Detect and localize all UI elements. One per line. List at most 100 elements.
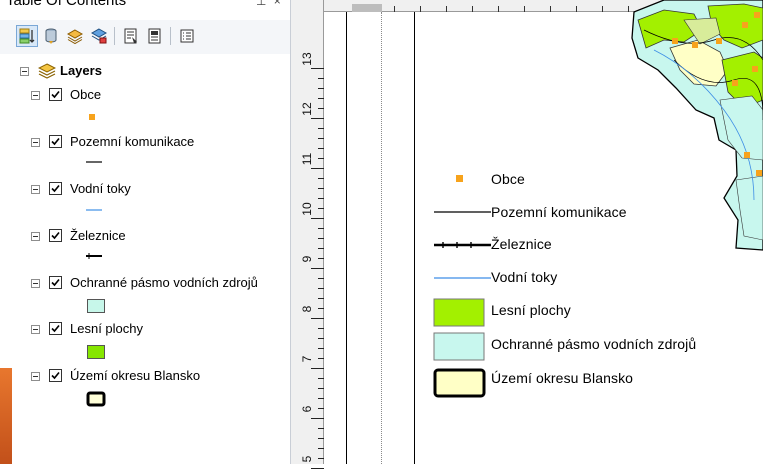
polygon-symbol-icon	[87, 299, 105, 313]
collapse-icon[interactable]	[31, 138, 40, 147]
ruler-margin-marker	[352, 4, 382, 12]
checkmark-icon	[51, 137, 60, 146]
legend-protection-symbol	[433, 332, 485, 361]
town-point	[716, 38, 722, 44]
ruler-number: 12	[300, 102, 314, 116]
layers-folder-icon	[38, 63, 56, 79]
layer-visibility-checkbox[interactable]	[49, 229, 62, 242]
ruler-number: 9	[300, 255, 314, 263]
map-frame[interactable]	[624, 0, 763, 280]
ruler-number: 7	[300, 355, 314, 363]
list-by-visibility-button[interactable]	[64, 25, 86, 47]
point-symbol-icon	[89, 114, 95, 120]
ruler-number: 6	[300, 405, 314, 413]
legend-point-symbol	[456, 175, 463, 182]
legend-label-vodni-toky: Vodní toky	[491, 269, 558, 285]
layer-visibility-checkbox[interactable]	[49, 276, 62, 289]
collapse-icon[interactable]	[31, 185, 40, 194]
protection-patch	[719, 95, 763, 161]
town-point	[754, 12, 760, 18]
ruler-number: 11	[300, 152, 314, 166]
checkmark-icon	[51, 278, 60, 287]
collapse-icon[interactable]	[31, 325, 40, 334]
ruler-tick	[311, 418, 324, 419]
list-by-source-button[interactable]	[40, 25, 62, 47]
layout-page[interactable]: Obce Pozemní komunikace Železnice Vodní …	[324, 0, 763, 464]
layer-visibility-checkbox[interactable]	[49, 88, 62, 101]
water-line-symbol-icon	[86, 209, 102, 211]
ruler-tick	[311, 268, 324, 269]
layer-visibility-checkbox[interactable]	[49, 135, 62, 148]
legend-label-zeleznice: Železnice	[491, 236, 552, 252]
document-options-icon	[148, 28, 161, 44]
list-by-drawing-order-button[interactable]	[16, 25, 38, 47]
legend-district-symbol	[433, 368, 486, 398]
background-window-edge	[0, 368, 12, 464]
list-by-drawing-order-icon	[19, 28, 35, 44]
collapse-icon[interactable]	[31, 232, 40, 241]
layer-uzemi-okresu-blansko[interactable]: Území okresu Blansko	[0, 367, 291, 385]
list-by-selection-button[interactable]	[88, 25, 110, 47]
collapse-icon[interactable]	[20, 67, 29, 76]
toc-toolbar	[0, 20, 291, 54]
options-button[interactable]	[144, 25, 166, 47]
layer-label: Pozemní komunikace	[70, 134, 195, 149]
layer-label: Lesní plochy	[70, 321, 143, 336]
layer-label: Železnice	[70, 228, 126, 243]
ruler-number: 5	[300, 455, 314, 463]
checkmark-icon	[51, 324, 60, 333]
collapse-icon[interactable]	[31, 372, 40, 381]
layers-visibility-icon	[66, 29, 84, 45]
checkmark-icon	[51, 184, 60, 193]
legend-symbols	[433, 175, 491, 398]
town-point	[742, 22, 748, 28]
layer-label: Ochranné pásmo vodních zdrojů	[70, 275, 258, 290]
ruler-tick	[311, 118, 324, 119]
layer-vodni-toky[interactable]: Vodní toky	[0, 180, 291, 198]
page-margin-line	[346, 12, 347, 464]
legend-label-obce: Obce	[491, 171, 525, 187]
layer-visibility-checkbox[interactable]	[49, 322, 62, 335]
legend-railway-symbol	[434, 242, 491, 248]
layer-label: Obce	[70, 87, 102, 102]
town-point	[752, 66, 758, 72]
checkmark-icon	[51, 90, 60, 99]
layer-visibility-checkbox[interactable]	[49, 369, 62, 382]
toolbar-separator	[170, 27, 171, 45]
ruler-number: 10	[300, 202, 314, 216]
layer-label: Území okresu Blansko	[70, 368, 201, 383]
ruler-tick	[311, 318, 324, 319]
ruler-tick	[311, 368, 324, 369]
layer-lesni-plochy[interactable]: Lesní plochy	[0, 320, 291, 338]
snap-guide	[381, 12, 383, 464]
layer-zeleznice[interactable]: Železnice	[0, 227, 291, 245]
ruler-tick	[311, 68, 324, 69]
collapse-icon[interactable]	[31, 91, 40, 100]
add-data-button[interactable]	[120, 25, 142, 47]
legend-label-ochranne-pasmo: Ochranné pásmo vodních zdrojů	[491, 336, 697, 352]
layer-pozemni-komunikace[interactable]: Pozemní komunikace	[0, 133, 291, 151]
toolbar-separator	[114, 27, 115, 45]
legend-label-pozemni-komunikace: Pozemní komunikace	[491, 204, 627, 220]
layer-obce[interactable]: Obce	[0, 86, 291, 104]
table-of-contents-panel: Table Of Contents ⊥ × Layers Obce Pozemn…	[0, 0, 291, 464]
ruler-tick	[311, 168, 324, 169]
legend-label-lesni-plochy: Lesní plochy	[491, 302, 571, 318]
line-symbol-icon	[86, 161, 102, 163]
panel-pin-close-controls[interactable]: ⊥ ×	[256, 0, 283, 8]
legend-forest-symbol	[433, 298, 485, 327]
layer-visibility-checkbox[interactable]	[49, 182, 62, 195]
map-document-icon	[124, 28, 137, 44]
vertical-ruler[interactable]: 13 12 11 10 9 8 7 6 5	[291, 0, 324, 469]
options-list-button[interactable]	[176, 25, 198, 47]
ruler-number: 8	[300, 305, 314, 313]
layer-ochranne-pasmo[interactable]: Ochranné pásmo vodních zdrojů	[0, 274, 291, 292]
checkmark-icon	[51, 231, 60, 240]
collapse-icon[interactable]	[31, 279, 40, 288]
checkmark-icon	[51, 371, 60, 380]
tree-root-layers[interactable]: Layers	[0, 62, 291, 80]
ruler-number: 13	[300, 52, 314, 66]
legend-label-uzemi-okresu-blansko: Území okresu Blansko	[491, 370, 634, 386]
panel-title: Table Of Contents	[6, 0, 127, 9]
database-icon	[45, 28, 57, 44]
